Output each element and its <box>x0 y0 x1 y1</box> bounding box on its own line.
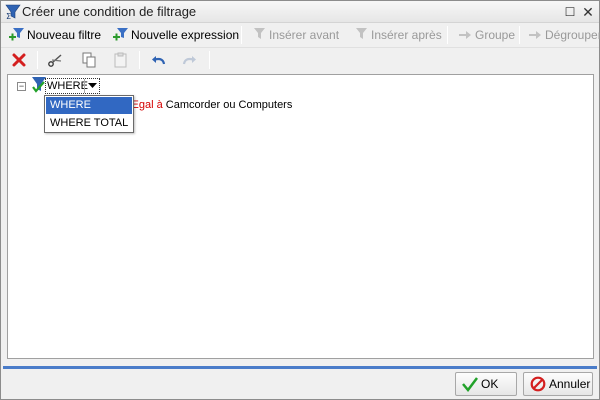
dropdown-option-where-total[interactable]: WHERE TOTAL <box>46 115 132 132</box>
group-button[interactable]: Groupe <box>457 25 515 45</box>
checkmark-icon <box>462 376 478 393</box>
filter-sigma-icon: Σ <box>5 4 21 21</box>
title-bar: Σ Créer une condition de filtrage ☐ ✕ <box>1 1 599 23</box>
insert-after-button[interactable]: Insérer après <box>353 25 442 45</box>
cancel-circle-icon <box>530 376 546 392</box>
paste-icon[interactable] <box>113 52 129 68</box>
new-expression-button[interactable]: Nouvelle expression <box>113 25 239 45</box>
new-filter-button[interactable]: Nouveau filtre <box>9 25 101 45</box>
cancel-button[interactable]: Annuler <box>523 372 593 396</box>
undo-icon[interactable] <box>151 52 167 68</box>
toolbar-separator <box>139 51 140 69</box>
group-label: Groupe <box>475 28 516 42</box>
maximize-icon[interactable]: ☐ <box>563 5 577 19</box>
ungroup-label: Dégrouper <box>545 28 600 42</box>
svg-text:Σ: Σ <box>6 12 11 20</box>
where-clause-value: WHERE <box>47 80 88 92</box>
filter-tree-panel: − WHERE gorie Egal à Camcorder ou Comput… <box>7 74 594 359</box>
group-arrow-icon <box>457 27 473 43</box>
insert-before-icon <box>251 27 267 43</box>
collapse-toggle[interactable]: − <box>17 82 26 91</box>
toolbar-separator <box>447 26 448 44</box>
footer-divider <box>3 366 597 369</box>
copy-icon[interactable] <box>81 52 97 68</box>
insert-after-label: Insérer après <box>371 28 442 42</box>
dropdown-arrow-button[interactable] <box>84 79 99 93</box>
chevron-down-icon <box>88 83 97 88</box>
ungroup-button[interactable]: Dégrouper <box>527 25 600 45</box>
new-expression-label: Nouvelle expression <box>131 28 240 42</box>
delete-icon[interactable] <box>11 52 27 68</box>
ok-button[interactable]: OK <box>455 372 517 396</box>
cut-icon[interactable] <box>47 52 63 68</box>
ok-label: OK <box>481 377 499 391</box>
where-clause-select[interactable]: WHERE <box>45 78 100 94</box>
filter-condition-dialog: Σ Créer une condition de filtrage ☐ ✕ No… <box>0 0 600 400</box>
toolbar-separator <box>519 26 520 44</box>
condition-values[interactable]: Camcorder ou Computers <box>166 99 293 111</box>
dropdown-option-where[interactable]: WHERE <box>46 97 132 114</box>
new-filter-label: Nouveau filtre <box>27 28 102 42</box>
insert-after-icon <box>353 27 369 43</box>
window-title: Créer une condition de filtrage <box>22 4 197 19</box>
main-toolbar: Nouveau filtre Nouvelle expression Insér… <box>1 24 600 46</box>
where-dropdown-list: WHERE WHERE TOTAL <box>44 95 134 133</box>
edit-toolbar <box>1 47 599 71</box>
new-expression-icon <box>113 27 129 43</box>
condition-operator[interactable]: Egal à <box>132 99 163 111</box>
cancel-label: Annuler <box>549 377 591 391</box>
ungroup-arrow-icon <box>527 27 543 43</box>
toolbar-separator <box>209 51 210 69</box>
toolbar-separator <box>241 26 242 44</box>
insert-before-label: Insérer avant <box>269 28 340 42</box>
redo-icon[interactable] <box>181 52 197 68</box>
toolbar-separator <box>37 51 38 69</box>
insert-before-button[interactable]: Insérer avant <box>251 25 339 45</box>
close-icon[interactable]: ✕ <box>581 5 595 19</box>
new-filter-icon <box>9 27 25 43</box>
